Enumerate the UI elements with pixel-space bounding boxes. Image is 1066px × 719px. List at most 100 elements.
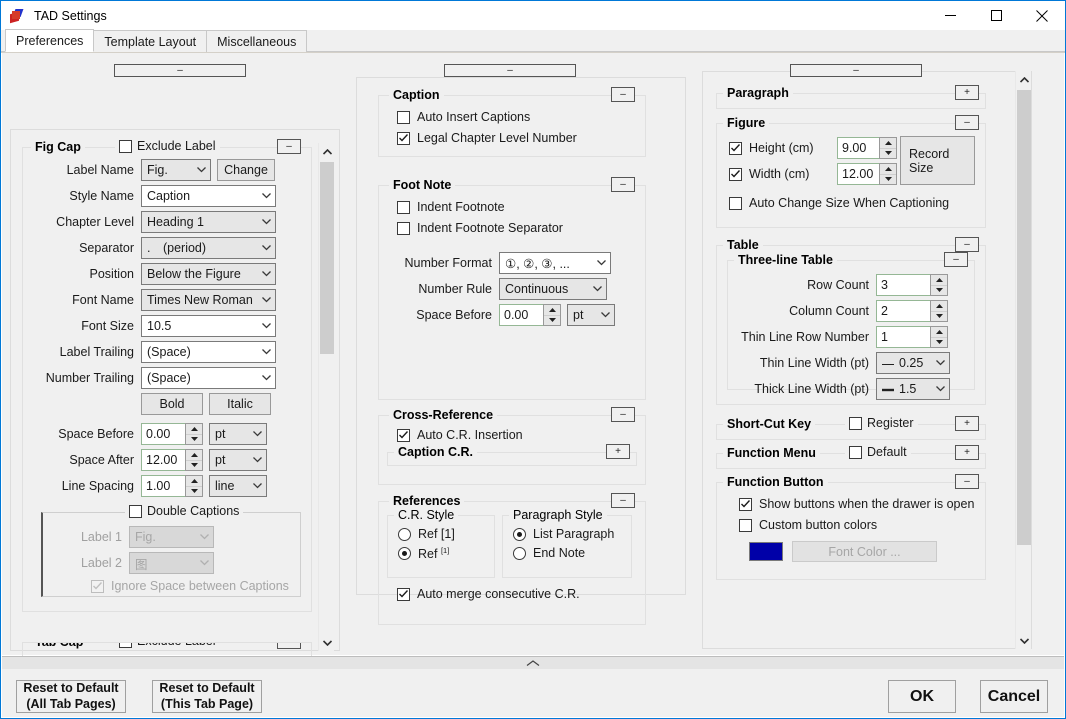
left-pane-scrollbar[interactable]: [318, 143, 334, 651]
thin-line-width-combo[interactable]: 0.25: [876, 352, 950, 374]
spinner-down-icon[interactable]: [186, 435, 202, 445]
space-after-spinner[interactable]: 12.00: [141, 449, 203, 471]
cr-style-option-ref-bracket[interactable]: Ref [1]: [398, 527, 494, 541]
reset-all-tab-pages-button[interactable]: Reset to Default (All Tab Pages): [16, 680, 126, 713]
spinner-down-icon[interactable]: [931, 286, 947, 296]
spinner-buttons[interactable]: [930, 274, 948, 296]
scroll-up-icon[interactable]: [319, 143, 335, 160]
spinner-buttons[interactable]: [879, 137, 897, 159]
spinner-up-icon[interactable]: [931, 275, 947, 286]
tab-miscellaneous[interactable]: Miscellaneous: [206, 30, 308, 52]
row-count-value[interactable]: 3: [876, 274, 930, 296]
thick-line-width-combo[interactable]: 1.5: [876, 378, 950, 400]
auto-merge-consecutive-cr-checkbox[interactable]: Auto merge consecutive C.R.: [397, 587, 645, 601]
spinner-buttons[interactable]: [879, 163, 897, 185]
maximize-button[interactable]: [973, 1, 1019, 30]
spinner-buttons[interactable]: [543, 304, 561, 326]
spinner-up-icon[interactable]: [186, 476, 202, 487]
line-spacing-unit-combo[interactable]: line: [209, 475, 267, 497]
font-size-combo[interactable]: 10.5: [141, 315, 276, 337]
group-function-menu-collapse-button[interactable]: +: [955, 445, 979, 460]
height-value[interactable]: 9.00: [837, 137, 879, 159]
space-before-spinner[interactable]: 0.00: [141, 423, 203, 445]
thin-line-row-number-spinner[interactable]: 1: [876, 326, 948, 348]
group-table-collapse-button[interactable]: –: [955, 237, 979, 252]
scroll-up-icon[interactable]: [1016, 71, 1032, 88]
paragraph-style-option-end-note[interactable]: End Note: [513, 546, 631, 560]
group-three-line-table-collapse-button[interactable]: –: [944, 252, 968, 267]
number-format-combo[interactable]: ①, ②, ③, ...: [499, 252, 611, 274]
custom-button-colors-checkbox[interactable]: Custom button colors: [739, 518, 985, 532]
space-after-value[interactable]: 12.00: [141, 449, 185, 471]
spinner-buttons[interactable]: [930, 326, 948, 348]
width-checkbox[interactable]: [729, 167, 742, 181]
cancel-button[interactable]: Cancel: [980, 680, 1048, 713]
button-color-swatch[interactable]: [749, 542, 783, 561]
bold-button[interactable]: Bold: [141, 393, 203, 415]
tab-preferences[interactable]: Preferences: [5, 29, 95, 52]
width-spinner[interactable]: 12.00: [837, 163, 897, 185]
spinner-down-icon[interactable]: [880, 149, 896, 159]
scroll-down-icon[interactable]: [1016, 632, 1032, 649]
space-before-value[interactable]: 0.00: [141, 423, 185, 445]
auto-cr-insertion-checkbox[interactable]: Auto C.R. Insertion: [397, 428, 645, 442]
group-short-cut-key-collapse-button[interactable]: +: [955, 416, 979, 431]
label-trailing-combo[interactable]: (Space): [141, 341, 276, 363]
record-size-button[interactable]: Record Size: [900, 136, 975, 185]
space-before-unit-combo[interactable]: pt: [209, 423, 267, 445]
separator-combo[interactable]: . (period): [141, 237, 276, 259]
column-count-value[interactable]: 2: [876, 300, 930, 322]
middle-pane-collapse-button[interactable]: –: [444, 64, 576, 77]
scroll-down-icon[interactable]: [319, 634, 335, 651]
group-fig-cap-collapse-button[interactable]: –: [277, 139, 301, 154]
spinner-up-icon[interactable]: [880, 164, 896, 175]
spinner-buttons[interactable]: [185, 423, 203, 445]
number-trailing-combo[interactable]: (Space): [141, 367, 276, 389]
chapter-level-combo[interactable]: Heading 1: [141, 211, 276, 233]
label-name-combo[interactable]: Fig.: [141, 159, 211, 181]
ok-button[interactable]: OK: [888, 680, 956, 713]
cr-style-option-ref-superscript[interactable]: Ref [1]: [398, 546, 494, 561]
group-foot-note-collapse-button[interactable]: –: [611, 177, 635, 192]
height-spinner[interactable]: 9.00: [837, 137, 897, 159]
number-rule-combo[interactable]: Continuous: [499, 278, 607, 300]
scrollbar-thumb[interactable]: [1017, 90, 1031, 545]
footnote-space-before-unit-combo[interactable]: pt: [567, 304, 615, 326]
right-pane-collapse-button[interactable]: –: [790, 64, 922, 77]
tab-template-layout[interactable]: Template Layout: [93, 30, 208, 52]
group-tab-cap-collapse-button[interactable]: –: [277, 643, 301, 649]
panel-splitter[interactable]: [2, 656, 1064, 670]
thin-line-row-number-value[interactable]: 1: [876, 326, 930, 348]
line-spacing-value[interactable]: 1.00: [141, 475, 185, 497]
column-count-spinner[interactable]: 2: [876, 300, 948, 322]
style-name-combo[interactable]: Caption: [141, 185, 276, 207]
width-value[interactable]: 12.00: [837, 163, 879, 185]
spinner-up-icon[interactable]: [544, 305, 560, 316]
indent-footnote-separator-checkbox[interactable]: Indent Footnote Separator: [397, 221, 645, 235]
legal-chapter-level-number-checkbox[interactable]: Legal Chapter Level Number: [397, 131, 645, 145]
change-label-name-button[interactable]: Change: [217, 159, 275, 181]
spinner-up-icon[interactable]: [186, 424, 202, 435]
footnote-space-before-spinner[interactable]: 0.00: [499, 304, 561, 326]
reset-this-tab-page-button[interactable]: Reset to Default (This Tab Page): [152, 680, 262, 713]
double-captions-checkbox[interactable]: Double Captions: [125, 504, 244, 518]
spinner-down-icon[interactable]: [186, 487, 202, 497]
minimize-button[interactable]: [927, 1, 973, 30]
show-buttons-drawer-checkbox[interactable]: Show buttons when the drawer is open: [739, 497, 985, 511]
row-count-spinner[interactable]: 3: [876, 274, 948, 296]
spinner-up-icon[interactable]: [186, 450, 202, 461]
font-name-combo[interactable]: Times New Roman: [141, 289, 276, 311]
position-combo[interactable]: Below the Figure: [141, 263, 276, 285]
line-spacing-spinner[interactable]: 1.00: [141, 475, 203, 497]
close-button[interactable]: [1019, 1, 1065, 30]
group-figure-collapse-button[interactable]: –: [955, 115, 979, 130]
spinner-up-icon[interactable]: [880, 138, 896, 149]
spinner-down-icon[interactable]: [544, 316, 560, 326]
italic-button[interactable]: Italic: [209, 393, 271, 415]
default-checkbox[interactable]: Default: [845, 445, 911, 459]
exclude-label-tabcap-checkbox[interactable]: Exclude Label: [115, 643, 220, 648]
spinner-buttons[interactable]: [185, 475, 203, 497]
group-function-button-collapse-button[interactable]: –: [955, 474, 979, 489]
left-pane-collapse-button[interactable]: –: [114, 64, 246, 77]
group-paragraph-collapse-button[interactable]: +: [955, 85, 979, 100]
